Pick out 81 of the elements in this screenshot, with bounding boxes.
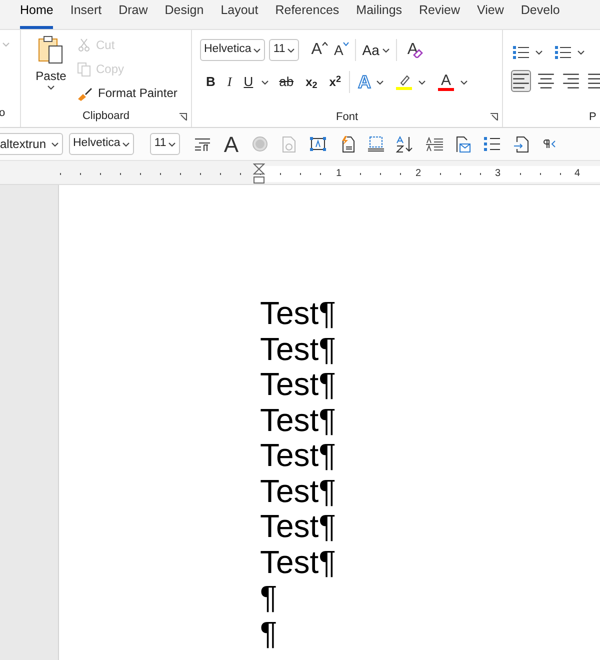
- ribbon-tab[interactable]: View: [477, 1, 504, 29]
- sort-icon[interactable]: [395, 134, 416, 154]
- caret-icon: [287, 48, 296, 52]
- group-label: Font: [336, 110, 358, 125]
- caret-icon: [2, 42, 10, 47]
- caret-icon: [51, 142, 59, 146]
- format-painter-button[interactable]: Format Painter: [77, 83, 178, 103]
- align-icon: [562, 72, 580, 90]
- caret-icon: [122, 142, 130, 146]
- ribbon-tab[interactable]: Review: [419, 1, 460, 29]
- document-paragraph: Test¶: [260, 544, 336, 580]
- ribbon-tab[interactable]: Design: [164, 1, 204, 29]
- caret-icon: [460, 80, 468, 84]
- caret-icon: [535, 50, 543, 54]
- ribbon-tab[interactable]: Layout: [220, 1, 258, 29]
- document-arrow-icon[interactable]: [511, 134, 532, 154]
- dialog-launcher-icon[interactable]: [490, 113, 498, 121]
- font-size-field[interactable]: 11: [269, 39, 300, 61]
- font-button[interactable]: A: [221, 132, 242, 156]
- clipboard-icon: [37, 35, 65, 65]
- border-icon[interactable]: [366, 134, 386, 154]
- font-name-field[interactable]: Helvetica: [200, 39, 266, 61]
- numbered-list-icon: [555, 45, 571, 59]
- align-icon: [587, 72, 600, 90]
- ribbon-tab[interactable]: Develo: [520, 1, 560, 29]
- group-label: P: [589, 111, 596, 123]
- subscript-button[interactable]: x$_{2}$: [306, 71, 318, 93]
- group-label: Clipboard: [82, 109, 130, 124]
- change-case-button[interactable]: Aa: [360, 39, 392, 61]
- caret-icon: [343, 42, 350, 46]
- ribbon-tab[interactable]: Mailings: [356, 1, 402, 29]
- document-paragraph: Test¶: [260, 474, 336, 509]
- align-icon: [512, 72, 530, 90]
- text-effects-button[interactable]: A: [358, 71, 384, 93]
- superscript-button[interactable]: x$^{2}$: [329, 71, 341, 93]
- paintbrush-icon: [77, 86, 93, 100]
- caret-icon: [253, 48, 262, 52]
- list-icon[interactable]: [482, 134, 502, 154]
- text-box-icon[interactable]: [308, 134, 328, 154]
- caret-icon: [382, 48, 390, 52]
- document-paragraph: Test¶: [260, 367, 336, 402]
- bulleted-list-icon: [513, 45, 529, 59]
- document-paragraph: Test¶: [260, 402, 336, 438]
- document-paragraph: Test¶: [260, 438, 336, 474]
- bold-button[interactable]: B: [206, 71, 216, 93]
- document-paragraph: Test¶: [260, 509, 336, 544]
- ruler-number: 3: [495, 166, 501, 180]
- style-field[interactable]: altextrun: [0, 133, 63, 155]
- indent-marker-icon[interactable]: [253, 162, 265, 184]
- ruler-number: 1: [336, 166, 342, 180]
- highlighter-icon: [396, 74, 412, 90]
- font-color-button[interactable]: A: [438, 71, 468, 93]
- align-button[interactable]: [511, 70, 531, 92]
- dialog-launcher-icon[interactable]: [179, 113, 187, 121]
- caret-icon: [261, 80, 270, 84]
- grow-font-button[interactable]: A: [311, 39, 328, 61]
- font-size-field[interactable]: 11: [150, 133, 180, 155]
- shrink-font-button[interactable]: A: [334, 39, 350, 61]
- ribbon-tab[interactable]: References: [275, 1, 340, 29]
- document-paragraph: Test¶: [260, 332, 336, 367]
- scissors-icon: [77, 38, 91, 52]
- caret-icon: [418, 80, 426, 84]
- caret-icon: [168, 142, 176, 146]
- caret-icon: [376, 80, 384, 84]
- copy-icon: [77, 62, 91, 76]
- ruler-number: 2: [416, 166, 422, 180]
- caret-up-icon: [322, 42, 328, 46]
- strikethrough-button[interactable]: ab: [279, 71, 294, 93]
- document-paragraph: ¶: [260, 616, 278, 651]
- caret-icon: [47, 85, 55, 90]
- document-paragraph: ¶: [260, 580, 278, 616]
- paste-button[interactable]: Paste: [33, 35, 69, 108]
- ruler-number: 4: [574, 166, 580, 180]
- ribbon-tab[interactable]: Insert: [70, 1, 102, 29]
- font-name-field[interactable]: Helvetica: [69, 133, 134, 155]
- italic-button[interactable]: I: [227, 71, 232, 93]
- caret-icon: [577, 50, 585, 54]
- ribbon-tab[interactable]: Draw: [118, 1, 148, 29]
- align-icon: [537, 72, 555, 90]
- document-paragraph: Test¶: [260, 296, 336, 332]
- underline-button[interactable]: U: [244, 71, 270, 93]
